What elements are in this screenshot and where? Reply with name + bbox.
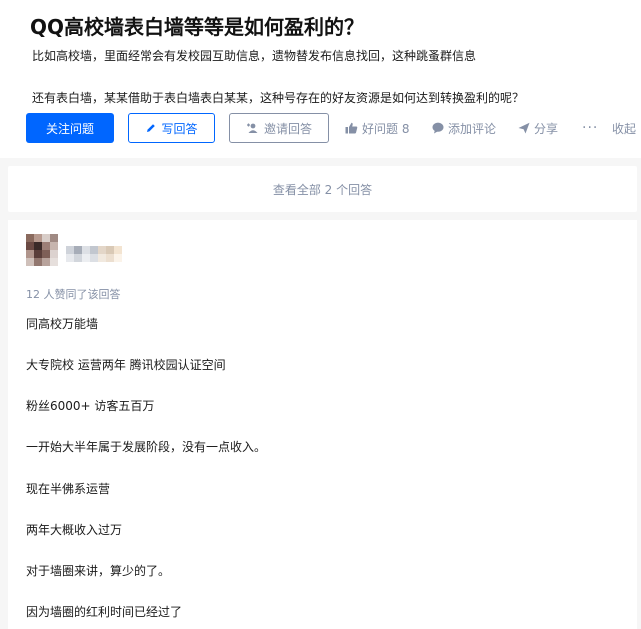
answer-paragraph: 一开始大半年属于发展阶段，没有一点收入。: [26, 440, 267, 454]
question-detail-2: 还有表白墙，某某借助于表白墙表白某某，这种号存在的好友资源是如何达到转换盈利的呢…: [32, 91, 525, 105]
share-icon: [518, 122, 530, 134]
answer-paragraph: 同高校万能墙: [26, 317, 99, 331]
author-name-pixelated[interactable]: [66, 246, 130, 262]
more-button[interactable]: ···: [582, 113, 598, 143]
answer-paragraph: 粉丝6000+ 访客五百万: [26, 399, 155, 413]
good-question-label: 好问题 8: [362, 121, 410, 136]
question-title[interactable]: QQ高校墙表白墙等等是如何盈利的？: [30, 11, 364, 40]
follow-question-button[interactable]: 关注问题: [26, 113, 114, 143]
view-all-answers-button[interactable]: 查看全部 2 个回答: [8, 166, 637, 212]
write-answer-button[interactable]: 写回答: [128, 113, 215, 143]
pen-icon: [147, 124, 156, 132]
write-label: 写回答: [161, 121, 198, 136]
view-all-label: 查看全部 2 个回答: [272, 182, 373, 197]
collapse-button[interactable]: 收起: [612, 113, 636, 143]
question-header: QQ高校墙表白墙等等是如何盈利的？ 比如高校墙，里面经常会有发校园互助信息，遗物…: [0, 0, 641, 158]
share-button[interactable]: 分享: [518, 113, 558, 143]
comment-icon: [432, 122, 444, 134]
answer-paragraph: 大专院校 运营两年 腾讯校园认证空间: [26, 358, 226, 372]
invite-icon: [246, 123, 258, 133]
question-detail-1: 比如高校墙，里面经常会有发校园互助信息，遗物替发布信息找回，这种跳蚤群信息: [32, 49, 477, 63]
follow-label: 关注问题: [45, 121, 94, 136]
answer-card: 12 人赞同了该回答 同高校万能墙 大专院校 运营两年 腾讯校园认证空间 粉丝6…: [8, 220, 637, 629]
answer-paragraph: 对于墙圈来讲，算少的了。: [26, 564, 171, 578]
comment-label: 添加评论: [448, 121, 497, 136]
add-comment-button[interactable]: 添加评论: [432, 113, 496, 143]
answer-paragraph: 两年大概收入过万: [26, 523, 123, 537]
thumb-up-icon: [345, 122, 358, 134]
invite-label: 邀请回答: [263, 121, 312, 136]
answer-paragraph: 现在半佛系运营: [26, 482, 111, 496]
vote-count: 12 人赞同了该回答: [26, 288, 121, 301]
share-label: 分享: [534, 121, 559, 136]
answer-paragraph: 因为墙圈的红利时间已经过了: [26, 605, 183, 619]
avatar[interactable]: [26, 234, 58, 266]
good-question-button[interactable]: 好问题 8: [345, 113, 409, 143]
invite-answer-button[interactable]: 邀请回答: [229, 113, 329, 143]
